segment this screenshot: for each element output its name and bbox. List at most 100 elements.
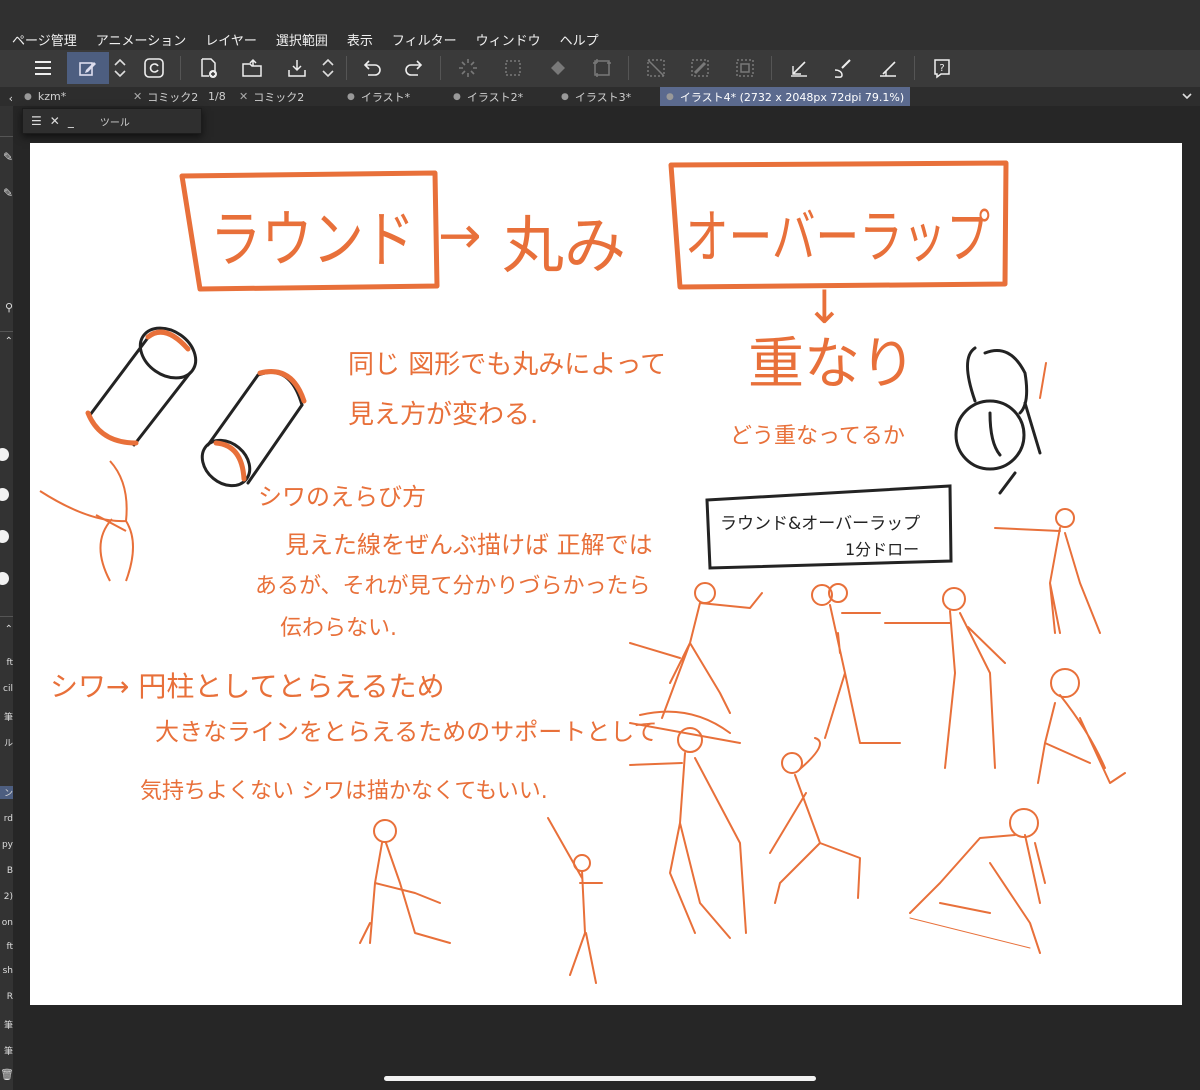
home-indicator[interactable]	[384, 1076, 816, 1081]
wrinkle-line3: 伝わらない.	[280, 616, 397, 641]
open-folder-icon[interactable]	[236, 52, 268, 84]
fill-icon	[542, 52, 574, 84]
menu-window[interactable]: ウィンドウ	[476, 30, 541, 49]
wrinkle-line2: あるが、それが見て分かりづらかったら	[255, 574, 651, 599]
tab-kzm[interactable]: ● kzm*	[24, 87, 66, 106]
wrinkle2-note: 気持ちよくない シワは描かなくてもいい.	[140, 779, 548, 804]
unsaved-dot-icon: ●	[24, 91, 32, 102]
subtool-item[interactable]: 筆	[0, 1018, 13, 1031]
pen-edit-icon[interactable]	[67, 52, 109, 84]
wrinkle-heading: シワのえらび方	[258, 483, 426, 511]
tab-illust2[interactable]: ● イラスト2*	[453, 87, 523, 106]
subtool-item[interactable]: sh	[0, 966, 13, 976]
chevron-up-icon[interactable]: ⌃	[0, 624, 13, 635]
subtool-item[interactable]: ft	[0, 942, 13, 952]
subtool-item[interactable]: 2)	[0, 892, 13, 902]
tab-label: イラスト3*	[574, 90, 632, 104]
pen-line-icon[interactable]	[783, 52, 815, 84]
brush-size-dot-icon[interactable]	[0, 488, 9, 501]
menu-selection[interactable]: 選択範囲	[276, 30, 328, 49]
drawing-canvas[interactable]: ラウンド → 丸み オーバーラップ ↓ 重なり どう重なってるか 同じ 図形でも…	[30, 143, 1182, 1005]
tool-panel[interactable]: ☰ ✕ _ ツール	[22, 108, 202, 134]
box-line1: ラウンド&オーバーラップ	[720, 514, 920, 534]
tab-illust[interactable]: ● イラスト*	[347, 87, 410, 106]
overlap-subtext: どう重なってるか	[730, 424, 905, 449]
subtool-item[interactable]: cil	[0, 684, 13, 694]
canvas-artwork: ラウンド → 丸み オーバーラップ ↓ 重なり どう重なってるか 同じ 図形でも…	[39, 160, 1126, 984]
round-note-line1: 同じ 図形でも丸みによって	[348, 350, 666, 380]
overlap-heading: 重なり	[748, 332, 916, 397]
command-bar: ?	[0, 50, 1200, 88]
subtool-item[interactable]: 筆	[0, 710, 13, 723]
new-document-icon[interactable]	[192, 52, 224, 84]
close-icon[interactable]: ✕	[239, 90, 248, 103]
tab-comic2-b[interactable]: ✕ コミック2	[239, 87, 304, 106]
brush-size-dot-icon[interactable]	[0, 572, 9, 585]
overlap-sketch	[954, 346, 1047, 495]
tab-label: イラスト*	[360, 90, 411, 104]
svg-text:?: ?	[939, 63, 944, 74]
chevron-left-icon[interactable]: ‹	[0, 92, 13, 105]
brush-size-dot-icon[interactable]	[0, 530, 9, 543]
subtool-item[interactable]: R	[0, 992, 13, 1002]
ruler-pen-icon[interactable]	[872, 52, 904, 84]
pencil-icon[interactable]: ✎	[0, 186, 13, 200]
menu-filter[interactable]: フィルター	[392, 30, 457, 49]
up-down-arrows-icon[interactable]	[316, 52, 340, 84]
crop-icon	[729, 52, 761, 84]
title-arrow: →	[438, 206, 482, 266]
tab-page-count: 1/8	[208, 87, 226, 106]
chevron-down-icon[interactable]	[1180, 89, 1194, 103]
brush-icon[interactable]	[827, 52, 859, 84]
menu-page[interactable]: ページ管理	[12, 30, 77, 49]
subtool-item[interactable]: py	[0, 840, 13, 850]
undo-icon[interactable]	[355, 52, 387, 84]
brush-size-dot-icon[interactable]	[0, 448, 9, 461]
help-icon[interactable]: ?	[926, 52, 958, 84]
wrinkle-line1: 見えた線をぜんぶ描けば 正解では	[285, 531, 653, 559]
close-icon[interactable]: ✕	[133, 90, 142, 103]
tab-illust4[interactable]: ● イラスト4* (2732 x 2048px 72dpi 79.1%)	[660, 87, 911, 106]
tab-illust3[interactable]: ● イラスト3*	[561, 87, 631, 106]
panel-menu-icon[interactable]: ☰	[31, 114, 42, 128]
invert-selection-icon	[684, 52, 716, 84]
redo-icon[interactable]	[399, 52, 431, 84]
wrinkle2-line: 大きなラインをとらえるためのサポートとして	[155, 718, 658, 746]
clip-studio-logo-icon[interactable]	[138, 52, 170, 84]
subtool-item[interactable]: rd	[0, 814, 13, 824]
pen-icon[interactable]: ✎	[0, 150, 13, 164]
tab-label: イラスト2*	[466, 90, 524, 104]
unsaved-dot-icon: ●	[561, 91, 569, 102]
transform-icon	[497, 52, 529, 84]
save-icon[interactable]	[281, 52, 313, 84]
cylinder-sketch-2	[200, 369, 307, 488]
close-icon[interactable]: ✕	[50, 114, 60, 128]
tab-label: イラスト4* (2732 x 2048px 72dpi 79.1%)	[679, 90, 905, 104]
minimize-icon[interactable]: _	[68, 114, 74, 128]
magnifier-icon[interactable]: ⚲	[0, 301, 13, 314]
chevron-up-icon[interactable]: ⌃	[0, 336, 13, 347]
subtool-item[interactable]: ft	[0, 658, 13, 668]
tab-comic2[interactable]: ✕ コミック2	[133, 87, 198, 106]
subtool-item[interactable]: on	[0, 918, 13, 928]
unsaved-dot-icon: ●	[347, 91, 355, 102]
unsaved-dot-icon: ●	[453, 91, 461, 102]
title-round: ラウンド	[210, 203, 415, 276]
tab-label: 1/8	[208, 90, 226, 103]
up-down-arrows-icon[interactable]	[108, 52, 132, 84]
arm-sketch	[39, 460, 134, 582]
subtool-item[interactable]: 筆	[0, 1044, 13, 1057]
menu-animation[interactable]: アニメーション	[96, 30, 186, 49]
left-palette-strip: ‹ ✎ ✎ ⚲ ⌃ ⌃ ft cil 筆 ル ン rd py B 2) on f…	[0, 92, 13, 1090]
menu-view[interactable]: 表示	[347, 30, 373, 49]
subtool-item-selected[interactable]: ン	[0, 786, 13, 799]
subtool-item[interactable]: B	[0, 866, 13, 876]
deselect-icon	[640, 52, 672, 84]
title-maru: 丸み	[502, 209, 626, 282]
menu-help[interactable]: ヘルプ	[560, 30, 599, 49]
menu-icon[interactable]	[27, 52, 59, 84]
menu-layer[interactable]: レイヤー	[205, 30, 257, 49]
subtool-item[interactable]: ル	[0, 736, 13, 749]
tab-label: kzm*	[37, 90, 67, 103]
trash-icon[interactable]: 🗑	[0, 1068, 13, 1081]
